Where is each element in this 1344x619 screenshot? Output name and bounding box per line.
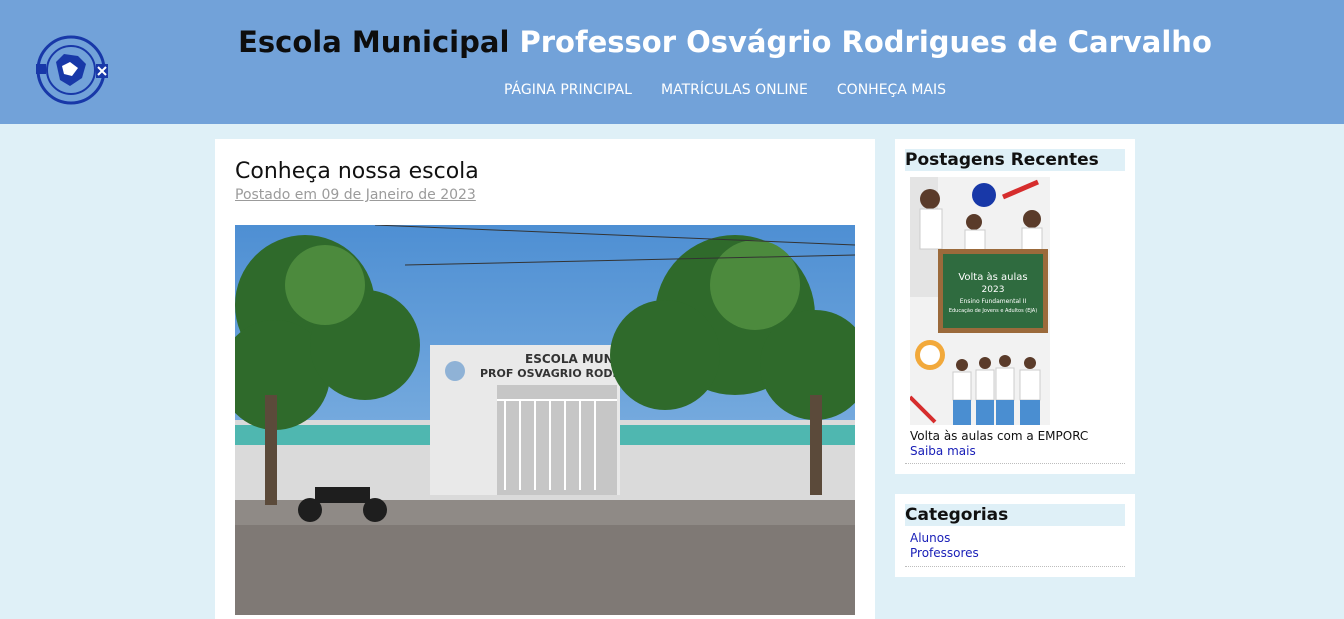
recent-post-title[interactable]: Volta às aulas com a EMPORC xyxy=(910,429,1088,443)
post-title[interactable]: Conheça nossa escola xyxy=(235,159,479,184)
nav-enrollment[interactable]: MATRÍCULAS ONLINE xyxy=(661,82,808,98)
post-card: Conheça nossa escola Postado em 09 de Ja… xyxy=(215,139,875,619)
nav-about[interactable]: CONHEÇA MAIS xyxy=(837,82,946,98)
category-alunos[interactable]: Alunos xyxy=(910,531,950,545)
recent-posts-title: Postagens Recentes xyxy=(905,149,1125,171)
main-nav: PÁGINA PRINCIPAL MATRÍCULAS ONLINE CONHE… xyxy=(0,79,1344,98)
nav-home[interactable]: PÁGINA PRINCIPAL xyxy=(504,82,632,98)
thumb-text-2: 2023 xyxy=(982,285,1005,295)
site-title[interactable]: Escola Municipal Professor Osvágrio Rodr… xyxy=(0,24,1344,60)
divider xyxy=(905,463,1125,464)
categories-widget: Categorias Alunos Professores xyxy=(895,494,1135,577)
category-professores[interactable]: Professores xyxy=(910,546,979,560)
recent-posts-widget: Postagens Recentes Volta às aulas 2023 E… xyxy=(895,139,1135,474)
school-photo: ESCOLA MUNIC PROF OSVAGRIO RODRIGUE xyxy=(235,225,855,615)
thumb-text-4: Educação de Jovens e Adultos (EJA) xyxy=(949,308,1037,314)
site-header: Escola Municipal Professor Osvágrio Rodr… xyxy=(0,0,1344,124)
recent-post-thumbnail[interactable]: Volta às aulas 2023 Ensino Fundamental I… xyxy=(910,177,1050,425)
thumb-text-1: Volta às aulas xyxy=(958,271,1027,283)
read-more-link[interactable]: Saiba mais xyxy=(910,444,976,458)
categories-title: Categorias xyxy=(905,504,1125,526)
divider xyxy=(905,566,1125,567)
post-date[interactable]: Postado em 09 de Janeiro de 2023 xyxy=(235,187,476,203)
thumb-text-3: Ensino Fundamental II xyxy=(960,298,1027,305)
site-title-part2: Professor Osvágrio Rodrigues de Carvalho xyxy=(519,25,1212,59)
site-title-part1: Escola Municipal xyxy=(238,25,510,59)
